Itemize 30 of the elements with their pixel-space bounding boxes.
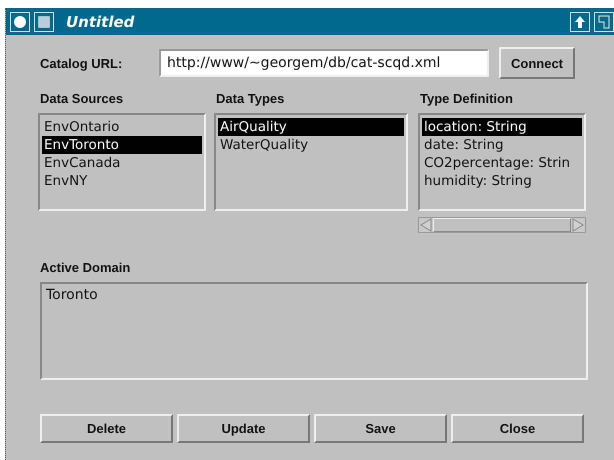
- list-header: Data Types: [215, 91, 286, 108]
- action-button[interactable]: Delete: [40, 414, 173, 443]
- connect-button[interactable]: Connect: [499, 47, 575, 79]
- menu-button[interactable]: [10, 12, 30, 32]
- window-title: Untitled: [66, 12, 136, 30]
- circle-icon: [14, 16, 26, 28]
- square-icon: [38, 16, 50, 28]
- domain-text-area[interactable]: Toronto: [40, 282, 588, 380]
- list-item[interactable]: humidity: String: [422, 172, 582, 190]
- action-button[interactable]: Save: [314, 414, 447, 443]
- list-item[interactable]: EnvCanada: [42, 154, 202, 172]
- list-item[interactable]: date: String: [422, 136, 582, 154]
- list-header: Type Definition: [419, 91, 514, 108]
- action-button[interactable]: Close: [451, 414, 584, 443]
- maximize-icon: [598, 14, 610, 28]
- catalog-url-label: Catalog URL:: [40, 56, 124, 70]
- list-item[interactable]: AirQuality: [218, 118, 404, 136]
- list-item[interactable]: EnvToronto: [42, 136, 202, 154]
- url-field[interactable]: http://www/~georgem/db/cat-scqd.xml: [159, 49, 489, 77]
- active-domain-label: Active Domain: [40, 260, 130, 275]
- window-button[interactable]: [34, 12, 54, 32]
- list-item[interactable]: EnvNY: [42, 172, 202, 190]
- list-header: Data Sources: [39, 91, 124, 108]
- list-item[interactable]: CO2percentage: Strin: [422, 154, 582, 172]
- maximize-button[interactable]: [594, 12, 614, 32]
- list-item[interactable]: location: String: [422, 118, 582, 136]
- action-button[interactable]: Update: [177, 414, 310, 443]
- list-item[interactable]: EnvOntario: [42, 118, 202, 136]
- raise-button[interactable]: [570, 12, 590, 32]
- list-item[interactable]: WaterQuality: [218, 136, 404, 154]
